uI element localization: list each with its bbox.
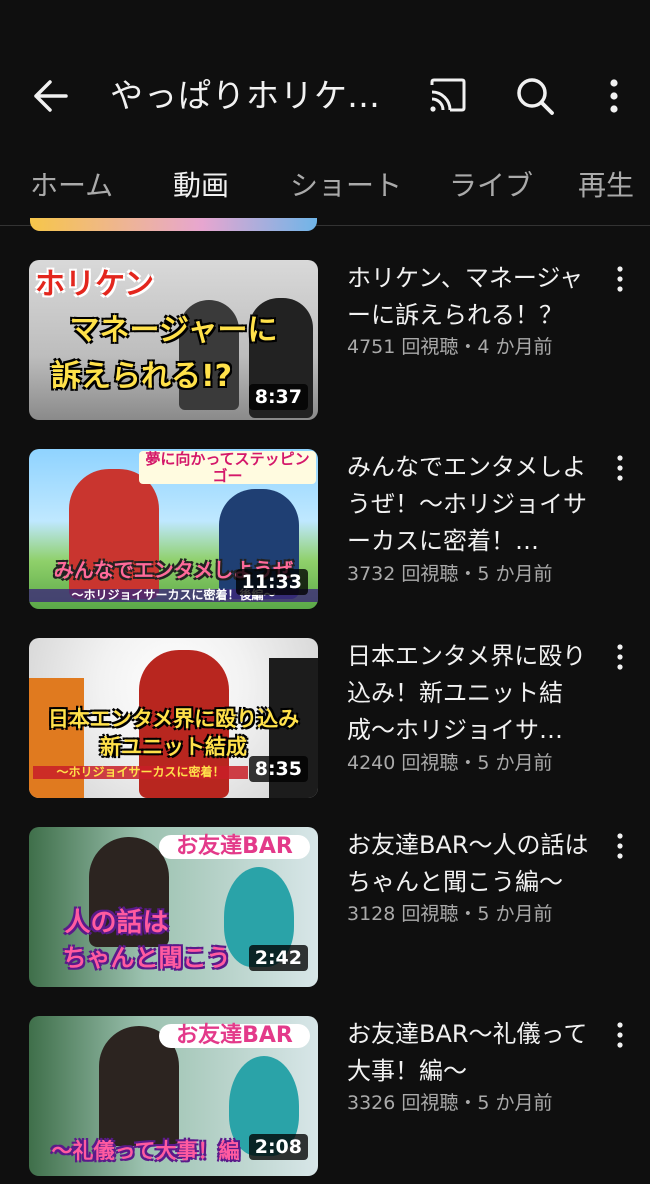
video-thumbnail[interactable]: お友達BAR 人の話は ちゃんと聞こう 2:42: [29, 827, 318, 987]
cast-icon[interactable]: [428, 76, 468, 116]
view-count: 3128 回視聴: [347, 903, 459, 925]
thumbnail-text: お友達BAR: [159, 1023, 310, 1049]
kebab-menu-icon[interactable]: [610, 1020, 630, 1050]
view-count: 3326 回視聴: [347, 1092, 459, 1114]
back-arrow-icon[interactable]: [30, 78, 70, 114]
video-thumbnail[interactable]: 夢に向かってステッピンゴー みんなでエンタメしようぜ 〜ホリジョイサーカスに密着…: [29, 449, 318, 609]
video-item[interactable]: お友達BAR 人の話は ちゃんと聞こう 2:42 お友達BAR〜人の話はちゃんと…: [0, 827, 650, 997]
video-metadata: 3326 回視聴・5 か月前: [347, 1088, 553, 1115]
thumbnail-text: ホリケン: [35, 267, 155, 302]
video-metadata: 3732 回視聴・5 か月前: [347, 559, 553, 586]
video-thumbnail[interactable]: ホリケン マネージャーに 訴えられる!? 8:37: [29, 260, 318, 420]
duration-badge: 2:42: [248, 945, 308, 971]
meta-separator: ・: [458, 752, 478, 774]
top-app-bar: やっぱりホリケン…: [0, 0, 650, 160]
upload-age: 4 か月前: [477, 336, 553, 358]
tab-home[interactable]: ホーム: [30, 166, 113, 206]
video-title[interactable]: 日本エンタメ界に殴り込み！新ユニット結成〜ホリジョイサ…: [347, 638, 605, 749]
upload-age: 5 か月前: [477, 903, 553, 925]
thumbnail-text: 〜礼儀って大事！編: [51, 1139, 240, 1163]
partial-video-thumbnail[interactable]: [30, 218, 317, 231]
video-thumbnail[interactable]: お友達BAR 〜礼儀って大事！編 2:08: [29, 1016, 318, 1176]
video-item[interactable]: ホリケン マネージャーに 訴えられる!? 8:37 ホリケン、マネージャーに訴え…: [0, 260, 650, 430]
meta-separator: ・: [458, 336, 478, 358]
thumbnail-text: お友達BAR: [159, 834, 310, 860]
channel-tabs: ホーム 動画 ショート ライブ 再生: [0, 158, 650, 226]
video-thumbnail[interactable]: 日本エンタメ界に殴り込み 新ユニット結成 〜ホリジョイサーカスに密着！ 8:35: [29, 638, 318, 798]
video-metadata: 3128 回視聴・5 か月前: [347, 899, 553, 926]
view-count: 3732 回視聴: [347, 563, 459, 585]
view-count: 4240 回視聴: [347, 752, 459, 774]
kebab-menu-icon[interactable]: [610, 831, 630, 861]
thumbnail-text: 訴えられる!?: [50, 359, 233, 394]
duration-badge: 11:33: [235, 569, 308, 595]
tab-videos[interactable]: 動画: [173, 166, 229, 206]
thumbnail-text: マネージャーに: [69, 313, 278, 348]
view-count: 4751 回視聴: [347, 336, 459, 358]
upload-age: 5 か月前: [477, 1092, 553, 1114]
kebab-menu-icon[interactable]: [610, 264, 630, 294]
tab-shorts[interactable]: ショート: [290, 166, 402, 206]
tab-live[interactable]: ライブ: [449, 166, 533, 206]
meta-separator: ・: [458, 903, 478, 925]
thumbnail-text: 人の話は: [64, 908, 169, 938]
search-icon[interactable]: [515, 76, 555, 116]
tab-playlists[interactable]: 再生: [578, 166, 634, 206]
video-item[interactable]: お友達BAR 〜礼儀って大事！編 2:08 お友達BAR〜礼儀って大事！編〜 3…: [0, 1016, 650, 1184]
thumbnail-text: 夢に向かってステッピンゴー: [139, 451, 316, 484]
meta-separator: ・: [458, 1092, 478, 1114]
duration-badge: 8:35: [248, 756, 308, 782]
thumbnail-text: 日本エンタメ界に殴り込み: [47, 707, 300, 731]
upload-age: 5 か月前: [477, 752, 553, 774]
duration-badge: 2:08: [248, 1134, 308, 1160]
thumbnail-text: ちゃんと聞こう: [62, 944, 231, 972]
video-title[interactable]: お友達BAR〜礼儀って大事！編〜: [347, 1016, 605, 1090]
video-item[interactable]: 夢に向かってステッピンゴー みんなでエンタメしようぜ 〜ホリジョイサーカスに密着…: [0, 449, 650, 619]
channel-title: やっぱりホリケン…: [110, 76, 390, 115]
duration-badge: 8:37: [248, 384, 308, 410]
video-title[interactable]: お友達BAR〜人の話はちゃんと聞こう編〜: [347, 827, 605, 901]
video-metadata: 4751 回視聴・4 か月前: [347, 332, 553, 359]
video-title[interactable]: ホリケン、マネージャーに訴えられる！？: [347, 260, 605, 334]
upload-age: 5 か月前: [477, 563, 553, 585]
kebab-menu-icon[interactable]: [610, 453, 630, 483]
video-title[interactable]: みんなでエンタメしようぜ！〜ホリジョイサーカスに密着！…: [347, 449, 605, 560]
thumbnail-text: 〜ホリジョイサーカスに密着！: [33, 765, 248, 780]
video-metadata: 4240 回視聴・5 か月前: [347, 748, 553, 775]
kebab-menu-icon[interactable]: [610, 642, 630, 672]
more-vert-icon[interactable]: [594, 76, 634, 116]
video-item[interactable]: 日本エンタメ界に殴り込み 新ユニット結成 〜ホリジョイサーカスに密着！ 8:35…: [0, 638, 650, 808]
meta-separator: ・: [458, 563, 478, 585]
